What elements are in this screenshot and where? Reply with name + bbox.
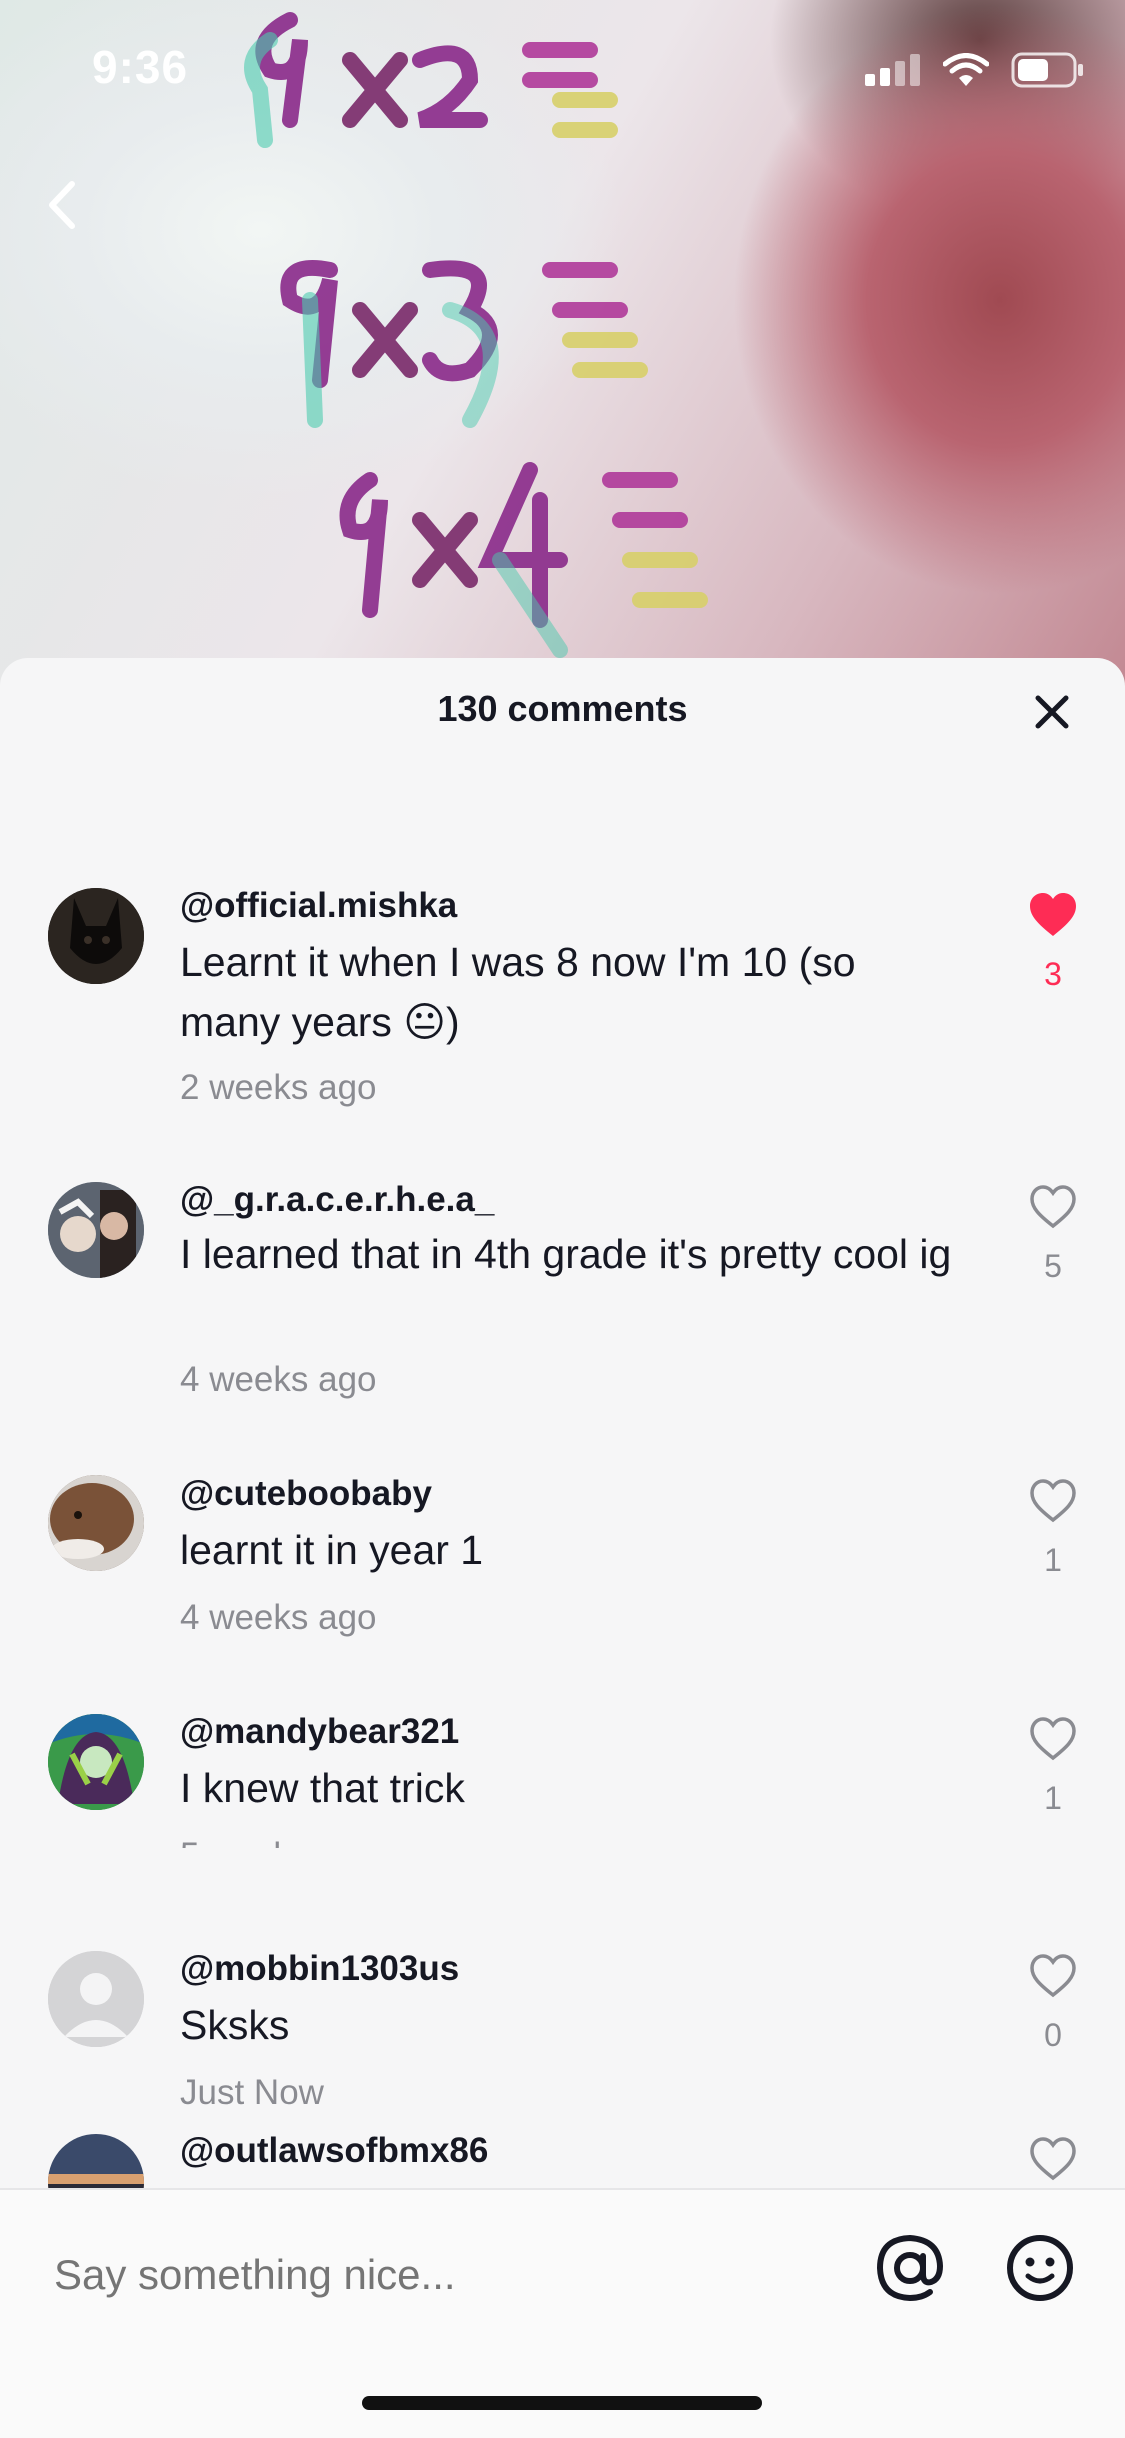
default-avatar-icon <box>48 1951 144 2047</box>
heart-icon[interactable] <box>1028 2136 1078 2182</box>
at-icon[interactable] <box>874 2232 946 2304</box>
like-count: 1 <box>1044 1542 1062 1578</box>
comment-time: 4 weeks ago <box>180 1598 377 1637</box>
like-count: 0 <box>1044 2017 1062 2053</box>
home-indicator <box>362 2396 762 2410</box>
avatar[interactable] <box>48 1182 144 1278</box>
avatar[interactable] <box>48 1475 144 1571</box>
avatar-image <box>48 1714 144 1810</box>
heart-icon[interactable] <box>1028 1478 1078 1524</box>
comment-item: @official.mishka Learnt it when I was 8 … <box>0 768 1125 1107</box>
comment-text: Sksks <box>180 2002 290 2048</box>
signal-icon <box>865 54 920 86</box>
battery-icon <box>1011 52 1083 88</box>
avatar[interactable] <box>48 1714 144 1810</box>
comments-sheet: 130 comments @official.mishka Learnt it … <box>0 658 1125 2436</box>
comment-text: learnt it in year 1 <box>180 1527 484 1573</box>
avatar-image <box>48 2134 144 2188</box>
comment-text: I knew that trick <box>180 1765 465 1811</box>
heart-icon[interactable] <box>1028 892 1078 938</box>
comment-username[interactable]: @cuteboobaby <box>180 1474 432 1514</box>
comments-list[interactable]: @official.mishka Learnt it when I was 8 … <box>0 768 1125 1848</box>
sheet-header: 130 comments <box>0 658 1125 768</box>
comment-text: I learned that in 4th grade it's pretty … <box>180 1231 952 1277</box>
comment-time: Just Now <box>180 2073 324 2112</box>
heart-icon[interactable] <box>1028 1953 1078 1999</box>
comment-username[interactable]: @official.mishka <box>180 886 457 926</box>
avatar[interactable] <box>48 1951 144 2047</box>
comment-text: Learnt it when I was 8 now I'm 10 (so ma… <box>180 939 856 1045</box>
comment-username[interactable]: @outlawsofbmx86 <box>180 2131 488 2171</box>
chevron-left-icon[interactable] <box>36 170 96 240</box>
avatar-image <box>48 1475 144 1571</box>
like-count: 5 <box>1044 1248 1062 1284</box>
like-count: 3 <box>1044 956 1062 992</box>
avatar-image <box>48 888 144 984</box>
comment-username[interactable]: @mobbin1303us <box>180 1949 459 1989</box>
close-icon[interactable] <box>1032 692 1072 732</box>
comment-username[interactable]: @_g.r.a.c.e.r.h.e.a_ <box>180 1180 494 1220</box>
status-time: 9:36 <box>92 41 189 93</box>
like-count: 1 <box>1044 1780 1062 1816</box>
comment-time: 4 weeks ago <box>180 1360 377 1399</box>
comments-count-title: 130 comments <box>437 688 688 729</box>
heart-icon[interactable] <box>1028 1184 1078 1230</box>
avatar-image <box>48 1182 144 1278</box>
avatar[interactable] <box>48 888 144 984</box>
comment-username[interactable]: @mandybear321 <box>180 1712 459 1752</box>
comment-input[interactable] <box>52 2234 836 2316</box>
status-bar: 9:36 <box>0 0 1125 140</box>
comment-time: 5 weeks ago <box>180 1836 377 1848</box>
emoji-icon[interactable] <box>1004 2232 1076 2304</box>
status-icons <box>865 52 1085 88</box>
heart-icon[interactable] <box>1028 1716 1078 1762</box>
avatar[interactable] <box>48 2134 144 2188</box>
like-button[interactable] <box>1028 2136 1078 2188</box>
wifi-icon <box>943 53 989 86</box>
comment-time: 2 weeks ago <box>180 1068 377 1107</box>
